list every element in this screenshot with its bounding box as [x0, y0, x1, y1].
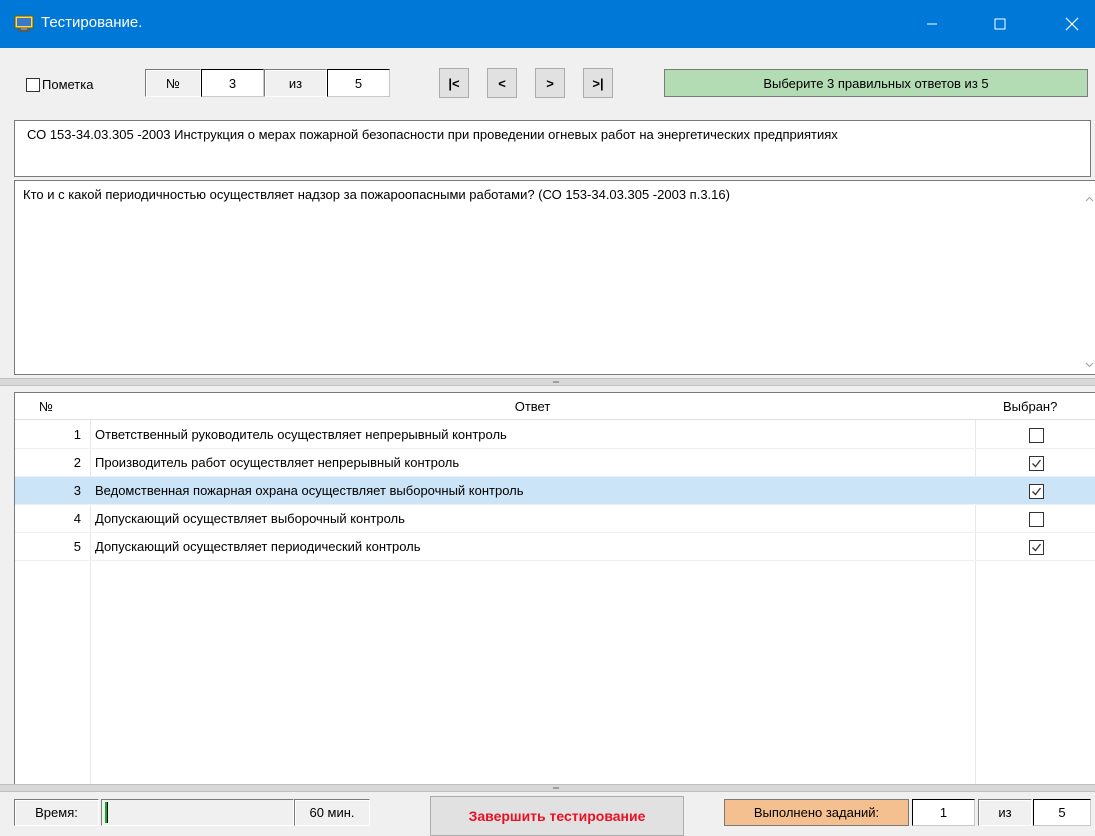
last-question-button[interactable]: >| — [583, 68, 613, 98]
first-question-button[interactable]: |< — [439, 68, 469, 98]
row-checkbox[interactable] — [1029, 540, 1044, 555]
current-number-field[interactable]: 3 — [201, 69, 264, 97]
answer-hint: Выберите 3 правильных ответов из 5 — [664, 69, 1088, 97]
answers-table: № Ответ Выбран? 1 Ответственный руководи… — [14, 392, 1095, 786]
maximize-button[interactable] — [977, 0, 1023, 48]
title-bar: Тестирование. — [0, 0, 1095, 48]
row-answer: Допускающий осуществляет выборочный конт… — [95, 511, 405, 526]
tasks-total: 5 — [1033, 799, 1091, 826]
next-question-button[interactable]: > — [535, 68, 565, 98]
chevron-down-icon[interactable] — [1085, 357, 1094, 368]
row-number: 5 — [73, 539, 81, 554]
row-checkbox[interactable] — [1029, 484, 1044, 499]
document-panel: СО 153-34.03.305 -2003 Инструкция о мера… — [14, 120, 1091, 177]
number-label: № — [145, 69, 201, 97]
question-scrollbar[interactable] — [1081, 181, 1095, 374]
maximize-icon — [994, 18, 1006, 30]
row-answer: Ответственный руководитель осуществляет … — [95, 427, 507, 442]
checkmark-icon — [1032, 487, 1042, 496]
time-value: 60 мин. — [294, 799, 370, 826]
row-number: 1 — [73, 427, 81, 442]
question-panel: Кто и с какой периодичностью осуществляе… — [14, 180, 1095, 375]
close-icon — [1065, 17, 1079, 31]
column-header-selected[interactable]: Выбран? — [1003, 393, 1057, 420]
finish-test-button[interactable]: Завершить тестирование — [430, 796, 684, 836]
mark-label: Пометка — [42, 77, 94, 92]
tasks-done-count: 1 — [912, 799, 975, 826]
tasks-done-label: Выполнено заданий: — [724, 799, 909, 826]
splitter-grip — [553, 381, 559, 383]
row-number: 2 — [73, 455, 81, 470]
table-row[interactable]: 4 Допускающий осуществляет выборочный ко… — [15, 505, 1095, 533]
row-checkbox[interactable] — [1029, 512, 1044, 527]
row-number: 4 — [73, 511, 81, 526]
window-title: Тестирование. — [41, 14, 143, 31]
row-answer: Производитель работ осуществляет непреры… — [95, 455, 460, 470]
minimize-icon — [926, 18, 938, 30]
row-answer: Допускающий осуществляет периодический к… — [95, 539, 421, 554]
status-bar: Время: 60 мин. Завершить тестирование Вы… — [0, 792, 1095, 836]
column-header-number[interactable]: № — [39, 393, 53, 420]
table-header: № Ответ Выбран? — [15, 393, 1095, 420]
row-checkbox[interactable] — [1029, 428, 1044, 443]
splitter-grip — [553, 787, 559, 789]
toolbar: Пометка № 3 из 5 |< < > >| Выберите 3 пр… — [0, 48, 1095, 114]
close-button[interactable] — [1049, 0, 1095, 48]
total-number-field: 5 — [327, 69, 390, 97]
of-label: из — [264, 69, 327, 97]
table-row[interactable]: 1 Ответственный руководитель осуществляе… — [15, 421, 1095, 449]
checkmark-icon — [1032, 459, 1042, 468]
mark-checkbox[interactable] — [26, 78, 40, 92]
table-row[interactable]: 2 Производитель работ осуществляет непре… — [15, 449, 1095, 477]
time-label: Время: — [14, 799, 99, 826]
question-text: Кто и с какой периодичностью осуществляе… — [23, 187, 730, 202]
minimize-button[interactable] — [909, 0, 955, 48]
document-title: СО 153-34.03.305 -2003 Инструкция о мера… — [27, 127, 838, 142]
tasks-of-label: из — [978, 799, 1032, 826]
time-progress-fill — [105, 802, 108, 823]
column-header-answer[interactable]: Ответ — [90, 393, 975, 420]
table-row[interactable]: 5 Допускающий осуществляет периодический… — [15, 533, 1095, 561]
time-progress-bar — [101, 799, 294, 826]
checkmark-icon — [1032, 543, 1042, 552]
chevron-up-icon[interactable] — [1085, 192, 1094, 202]
computer-icon — [14, 15, 34, 33]
row-number: 3 — [73, 483, 81, 498]
splitter-bottom[interactable] — [0, 784, 1095, 792]
row-answer: Ведомственная пожарная охрана осуществля… — [95, 483, 524, 498]
splitter-top[interactable] — [0, 378, 1095, 386]
prev-question-button[interactable]: < — [487, 68, 517, 98]
row-checkbox[interactable] — [1029, 456, 1044, 471]
table-row[interactable]: 3 Ведомственная пожарная охрана осуществ… — [15, 477, 1095, 505]
